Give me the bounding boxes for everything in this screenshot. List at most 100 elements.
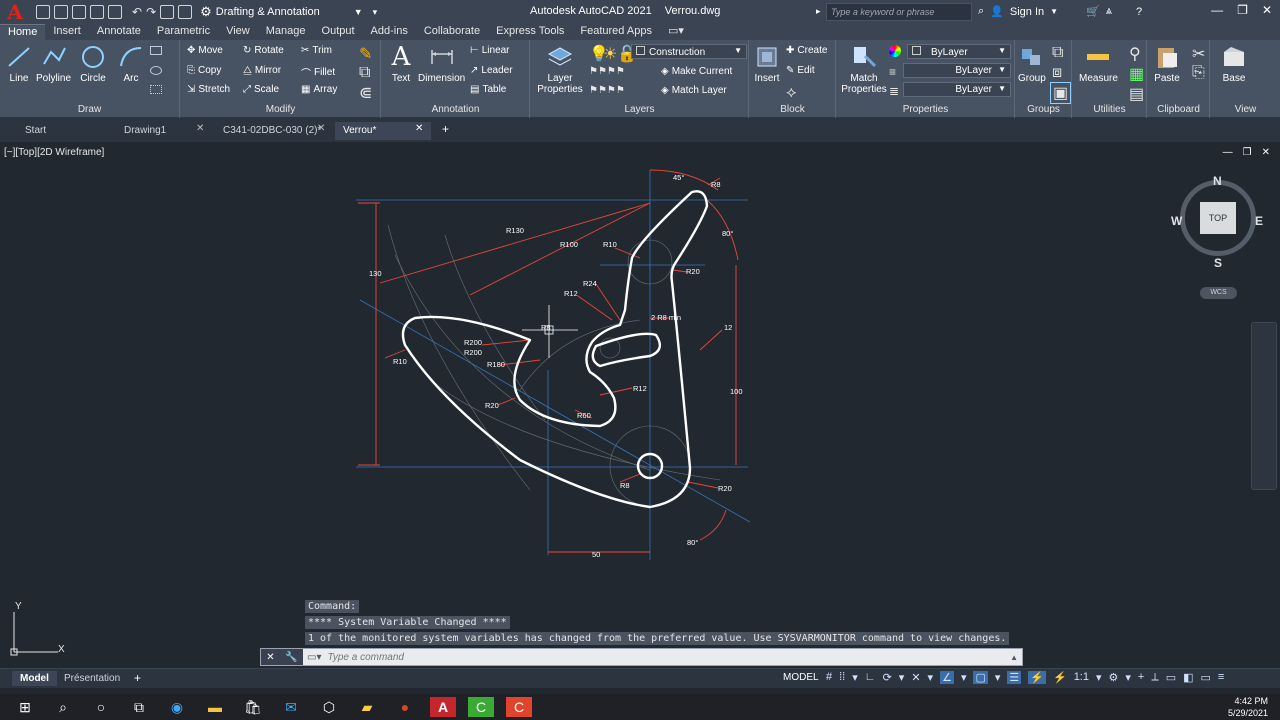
explode-icon[interactable]: ⧉ [359, 64, 370, 82]
polyline-button[interactable]: Polyline [36, 44, 71, 84]
3d-viewer-icon[interactable]: ⬡ [316, 697, 342, 717]
color-wheel-icon[interactable] [889, 45, 901, 57]
annotation-visibility-icon[interactable]: ⚡ [1053, 671, 1067, 684]
plot-icon[interactable] [178, 5, 193, 19]
block-panel-title[interactable]: Block [750, 104, 835, 115]
search-icon[interactable]: ⌕ [50, 697, 76, 717]
object-snap-dropdown-icon[interactable]: ▾ [961, 671, 967, 684]
search-icon[interactable]: ⌕ [978, 5, 984, 18]
close-icon[interactable]: ✕ [1262, 3, 1272, 17]
polar-icon[interactable]: ⟳ [883, 671, 892, 684]
workspace-gear-icon[interactable]: ⚙ [1109, 671, 1119, 684]
grid-icon[interactable]: # [826, 671, 832, 684]
print-icon[interactable] [108, 5, 122, 19]
insert-button[interactable]: Insert [754, 44, 780, 84]
lineweight-toggle-icon[interactable]: ☰ [1007, 671, 1022, 684]
circle-button[interactable]: Circle [80, 44, 106, 84]
layer-properties-button[interactable]: Layer Properties [535, 44, 585, 95]
create-block-button[interactable]: ✚ Create [786, 45, 827, 56]
draw-panel-title[interactable]: Draw [0, 104, 179, 115]
open-file-icon[interactable] [54, 5, 68, 19]
close-tab-icon[interactable]: ✕ [415, 123, 423, 134]
block-attribute-icon[interactable]: ⟡ [786, 84, 797, 102]
quick-properties-icon[interactable]: ▭ [1166, 671, 1176, 684]
calculator-icon[interactable]: ▤ [1129, 84, 1144, 104]
annotation-scale-value[interactable]: 1:1 [1074, 671, 1089, 684]
powerpoint-icon[interactable]: ● [392, 697, 418, 717]
search-expand-icon[interactable]: ▸ [816, 6, 821, 17]
layout-tab-model[interactable]: Model [12, 671, 57, 686]
command-customize-icon[interactable]: 🔧 [285, 652, 297, 663]
offset-icon[interactable]: ⋐ [359, 83, 372, 103]
color-dropdown[interactable]: ByLayer ▼ [907, 44, 1011, 59]
rotate-button[interactable]: ↻ Rotate [243, 45, 284, 56]
drawing-area[interactable]: [−][Top][2D Wireframe] — ❐ ✕ R130 R100 R… [0, 142, 1280, 668]
annotation-scale-icon[interactable]: ⚡ [1028, 671, 1046, 684]
undo-icon[interactable]: ↶ [132, 5, 142, 19]
tab-featured-apps[interactable]: Featured Apps [572, 24, 660, 40]
tab-insert[interactable]: Insert [45, 24, 89, 40]
tab-annotate[interactable]: Annotate [89, 24, 149, 40]
restore-icon[interactable]: ❐ [1237, 3, 1248, 17]
tab-c341[interactable]: C341-02DBC-030 (2)* [215, 122, 329, 140]
command-input[interactable] [327, 651, 1008, 663]
hatch-icon[interactable] [150, 66, 162, 75]
tab-express-tools[interactable]: Express Tools [488, 24, 572, 40]
line-button[interactable]: Line [6, 44, 32, 84]
polar-dropdown-icon[interactable]: ▾ [899, 671, 905, 684]
tab-collaborate[interactable]: Collaborate [416, 24, 488, 40]
leader-button[interactable]: ↗ Leader [470, 65, 513, 76]
autocad-taskbar-icon[interactable]: A [430, 697, 456, 717]
tab-add-ins[interactable]: Add-ins [363, 24, 416, 40]
new-file-icon[interactable] [36, 5, 50, 19]
compass-east[interactable]: E [1255, 214, 1263, 228]
mirror-button[interactable]: ⧋ Mirror [243, 65, 281, 76]
autodesk-app-icon[interactable]: ⩓ [1106, 5, 1112, 18]
task-view-icon[interactable]: ⧉ [126, 697, 152, 717]
save-as-icon[interactable] [90, 5, 104, 19]
groups-panel-title[interactable]: Groups [1016, 104, 1071, 115]
close-tab-icon[interactable]: ✕ [317, 123, 325, 134]
compass-south[interactable]: S [1214, 256, 1222, 270]
compass-north[interactable]: N [1213, 174, 1222, 188]
linetype-dropdown[interactable]: ByLayer ▼ [903, 82, 1011, 97]
snap-dropdown-icon[interactable]: ▾ [852, 671, 858, 684]
new-tab-icon[interactable]: + [442, 122, 449, 136]
cortana-icon[interactable]: ○ [88, 697, 114, 717]
osnap-icon[interactable]: ∠ [940, 671, 954, 684]
mail-icon[interactable]: ✉ [278, 697, 304, 717]
utilities-panel-title[interactable]: Utilities [1073, 104, 1146, 115]
fillet-button[interactable]: ⌒ Fillet [301, 65, 335, 80]
tab-drawing1[interactable]: Drawing1 [116, 122, 174, 140]
dimension-button[interactable]: Dimension [418, 44, 465, 84]
properties-panel-title[interactable]: Properties [837, 104, 1014, 115]
group-select-icon[interactable]: ▣ [1050, 82, 1072, 104]
osnap-tracking-icon[interactable]: ▾ [928, 671, 934, 684]
copy-clip-icon[interactable]: ⎘ [1192, 64, 1205, 82]
system-clock[interactable]: 4:42 PM 5/29/2021 [1228, 695, 1268, 719]
tab-output[interactable]: Output [314, 24, 363, 40]
scale-dropdown-icon[interactable]: ▾ [1096, 671, 1102, 684]
command-history-toggle-icon[interactable]: ▲ [1010, 653, 1018, 662]
sticky-notes-icon[interactable]: ▰ [354, 697, 380, 717]
minimize-icon[interactable]: — [1211, 3, 1223, 17]
tab-home[interactable]: Home [0, 24, 46, 40]
help-icon[interactable]: ? [1136, 6, 1142, 18]
select-all-icon[interactable]: ▦ [1129, 64, 1144, 84]
ungroup-icon[interactable]: ⧉ [1052, 44, 1063, 62]
file-explorer-icon[interactable]: ▬ [202, 697, 228, 717]
quick-select-icon[interactable]: ⚲ [1129, 44, 1141, 64]
viewcube-top-face[interactable]: TOP [1200, 202, 1236, 234]
store-icon[interactable]: 🛍 [240, 697, 266, 717]
clipboard-panel-title[interactable]: Clipboard [1148, 104, 1209, 115]
redo-icon[interactable]: ↷ [146, 5, 156, 19]
customization-icon[interactable]: ≡ [1218, 671, 1224, 684]
navigation-bar[interactable] [1251, 322, 1277, 490]
base-view-button[interactable]: Base [1221, 44, 1247, 84]
command-recent-icon[interactable]: ▭▾ [307, 652, 321, 663]
wcs-menu[interactable]: WCS [1200, 287, 1237, 299]
rectangle-icon[interactable] [150, 46, 162, 55]
model-space-button[interactable]: MODEL [783, 672, 819, 683]
match-layer-button[interactable]: ◈ Match Layer [661, 85, 727, 96]
ribbon-options-icon[interactable]: ▭▾ [660, 24, 692, 40]
